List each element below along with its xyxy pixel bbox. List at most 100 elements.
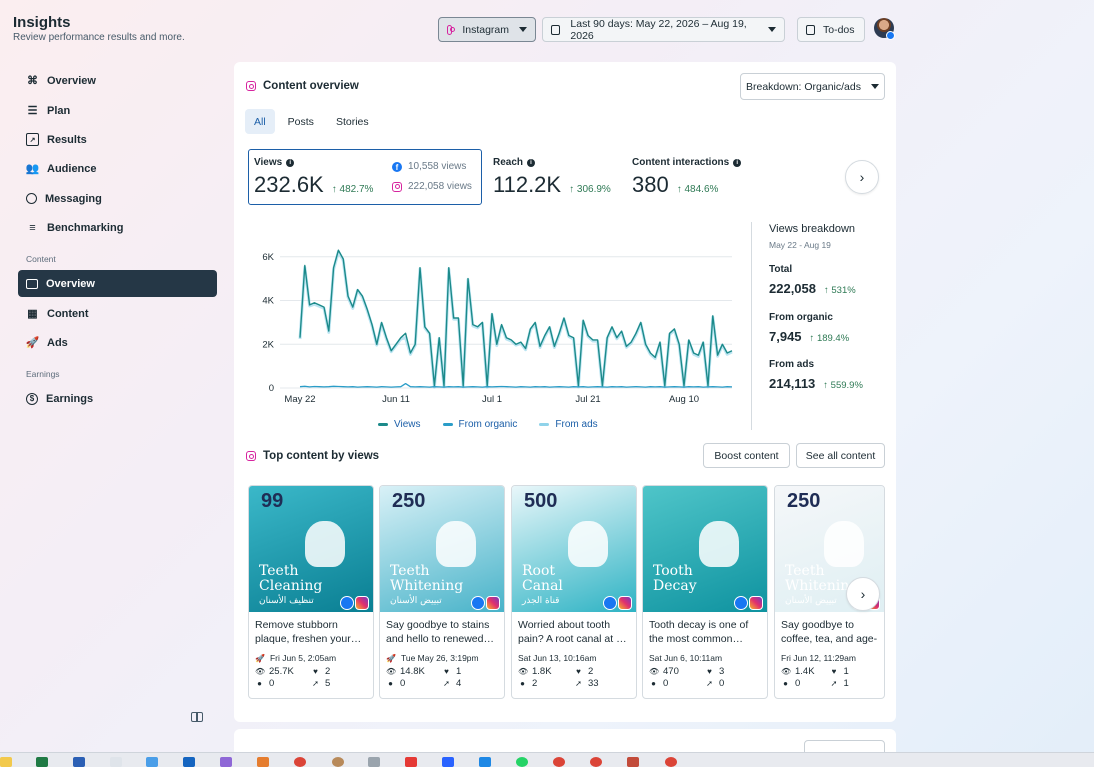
chart-divider bbox=[751, 222, 752, 430]
taskbar-profile-icon[interactable] bbox=[332, 757, 344, 767]
sidebar-item-plan[interactable]: ☰ Plan bbox=[18, 97, 217, 124]
post-card[interactable]: 99 Teeth Cleaning تنظيف الأسنان Remove s… bbox=[248, 485, 374, 699]
tab-stories[interactable]: Stories bbox=[327, 109, 378, 134]
tooth-illustration bbox=[824, 521, 865, 568]
taskbar-copilot-icon[interactable] bbox=[220, 757, 232, 767]
reach-value: 112.2K bbox=[493, 172, 562, 197]
post-thumbnail[interactable]: Tooth Decay bbox=[643, 486, 767, 612]
plan-icon: ☰ bbox=[27, 105, 38, 117]
taskbar-app-icon[interactable] bbox=[442, 757, 454, 767]
date-range-dropdown[interactable]: Last 90 days: May 22, 2026 – Aug 19, 202… bbox=[542, 17, 785, 42]
taskbar-chrome-icon[interactable] bbox=[553, 757, 565, 767]
page-title: Insights bbox=[13, 14, 71, 31]
sidebar-item-content-overview[interactable]: Overview bbox=[18, 270, 217, 297]
views-metric: Views i 232.6K ↑ 482.7% bbox=[254, 157, 374, 197]
taskbar-whatsapp-icon[interactable] bbox=[516, 757, 528, 767]
post-date: Sat Jun 6, 10:11am bbox=[649, 653, 723, 663]
facebook-icon bbox=[603, 596, 617, 610]
post-caption[interactable]: Say goodbye to coffee, tea, and age-rela… bbox=[775, 612, 884, 648]
series-line-views[interactable] bbox=[299, 249, 733, 387]
breakdown-range: May 22 - Aug 19 bbox=[769, 240, 831, 250]
taskbar-notepad-icon[interactable] bbox=[110, 757, 122, 767]
taskbar-outlook-icon[interactable] bbox=[183, 757, 195, 767]
series-line-from-organic[interactable] bbox=[299, 382, 733, 388]
tab-all[interactable]: All bbox=[245, 109, 275, 134]
boost-rocket-icon: 🚀 bbox=[386, 653, 396, 663]
post-thumbnail[interactable]: 500 Root Canal قناة الجذر bbox=[512, 486, 636, 612]
page-subtitle: Review performance results and more. bbox=[13, 32, 185, 43]
interactions-metric[interactable]: Content interactions i 380 ↑ 484.6% bbox=[632, 157, 742, 198]
top-content-title: Top content by views bbox=[246, 450, 379, 462]
sidebar-item-content[interactable]: ▦ Content bbox=[18, 300, 217, 327]
results-icon: ↗ bbox=[26, 133, 39, 146]
facebook-badge-icon bbox=[886, 31, 895, 40]
sidebar-item-messaging[interactable]: Messaging bbox=[18, 185, 217, 212]
post-card[interactable]: 250 Teeth Whitening تبييض الأسنان Say go… bbox=[379, 485, 505, 699]
post-date: Sat Jun 13, 10:16am bbox=[518, 653, 597, 663]
taskbar-chrome-icon[interactable] bbox=[294, 757, 306, 767]
tab-posts[interactable]: Posts bbox=[279, 109, 323, 134]
boost-content-button[interactable]: Boost content bbox=[703, 443, 790, 468]
y-tick-label: 0 bbox=[269, 383, 274, 394]
interactions-value: 380 bbox=[632, 172, 669, 197]
taskbar-paint-icon[interactable] bbox=[257, 757, 269, 767]
taskbar-file-explorer-icon[interactable] bbox=[0, 757, 12, 767]
post-caption[interactable]: Tooth decay is one of the most common… bbox=[643, 612, 767, 648]
y-tick-label: 2K bbox=[262, 339, 274, 350]
reach-metric[interactable]: Reach i 112.2K ↑ 306.9% bbox=[493, 157, 611, 198]
taskbar bbox=[0, 752, 1094, 767]
sidebar-item-audience[interactable]: 👥 Audience bbox=[18, 155, 217, 182]
post-thumbnail[interactable]: 250 Teeth Whitening تبييض الأسنان bbox=[380, 486, 504, 612]
info-icon[interactable]: i bbox=[733, 158, 742, 167]
post-caption[interactable]: Remove stubborn plaque, freshen your… bbox=[249, 612, 373, 648]
taskbar-app-icon[interactable] bbox=[479, 757, 491, 767]
eye-icon: 👁 bbox=[649, 667, 660, 676]
sidebar-item-ads[interactable]: 🚀 Ads bbox=[18, 329, 217, 356]
content-icon: ▦ bbox=[27, 308, 38, 320]
sidebar-item-earnings[interactable]: $ Earnings bbox=[18, 385, 217, 412]
legend-ads[interactable]: From ads bbox=[539, 419, 598, 430]
legend-views[interactable]: Views bbox=[378, 419, 421, 430]
post-date: 🚀 Tue May 26, 3:19pm bbox=[386, 653, 479, 663]
taskbar-app-icon[interactable] bbox=[368, 757, 380, 767]
post-stats: 👁 1.4K ♥ 1 ● 0 ➚ 1 bbox=[781, 666, 849, 689]
x-tick-label: Jul 1 bbox=[482, 394, 502, 405]
breakdown-dropdown[interactable]: Breakdown: Organic/ads bbox=[740, 73, 885, 100]
share-icon: ➚ bbox=[706, 679, 713, 688]
taskbar-excel-icon[interactable] bbox=[36, 757, 48, 767]
post-thumbnail[interactable]: 99 Teeth Cleaning تنظيف الأسنان bbox=[249, 486, 373, 612]
taskbar-pdf-icon[interactable] bbox=[405, 757, 417, 767]
x-tick-label: Jul 21 bbox=[575, 394, 600, 405]
posts-next-button[interactable]: › bbox=[846, 577, 880, 611]
views-value: 232.6K bbox=[254, 172, 324, 197]
taskbar-chrome-icon[interactable] bbox=[590, 757, 602, 767]
sidebar-item-benchmarking[interactable]: ≡ Benchmarking bbox=[18, 214, 217, 241]
taskbar-chrome-icon[interactable] bbox=[665, 757, 677, 767]
sidebar-item-overview[interactable]: ⌘ Overview bbox=[18, 67, 217, 94]
taskbar-app-icon[interactable] bbox=[146, 757, 158, 767]
post-card[interactable]: 500 Root Canal قناة الجذر Worried about … bbox=[511, 485, 637, 699]
tooth-illustration bbox=[567, 521, 608, 568]
sidebar-item-results[interactable]: ↗ Results bbox=[18, 126, 217, 153]
share-icon: ➚ bbox=[575, 679, 582, 688]
heart-icon: ♥ bbox=[576, 667, 581, 676]
taskbar-app-icon[interactable] bbox=[627, 757, 639, 767]
eye-icon: 👁 bbox=[781, 667, 792, 676]
info-icon[interactable]: i bbox=[527, 158, 536, 167]
eye-icon: 👁 bbox=[386, 667, 397, 676]
collapse-sidebar-icon[interactable] bbox=[191, 712, 203, 722]
post-card[interactable]: Tooth Decay Tooth decay is one of the mo… bbox=[642, 485, 768, 699]
ads-icon: 🚀 bbox=[25, 337, 40, 349]
platform-dropdown[interactable]: Instagram bbox=[438, 17, 536, 42]
todos-button[interactable]: To-dos bbox=[797, 17, 865, 42]
views-instagram: 222,058 views bbox=[392, 181, 472, 192]
metrics-next-button[interactable]: › bbox=[845, 160, 879, 194]
info-icon[interactable]: i bbox=[286, 158, 295, 167]
heart-icon: ♥ bbox=[313, 667, 318, 676]
taskbar-word-icon[interactable] bbox=[73, 757, 85, 767]
see-all-content-button[interactable]: See all content bbox=[796, 443, 885, 468]
post-caption[interactable]: Say goodbye to stains and hello to renew… bbox=[380, 612, 504, 648]
comment-icon: ● bbox=[651, 679, 656, 688]
post-caption[interactable]: Worried about tooth pain? A root canal a… bbox=[512, 612, 636, 648]
legend-organic[interactable]: From organic bbox=[442, 419, 517, 430]
